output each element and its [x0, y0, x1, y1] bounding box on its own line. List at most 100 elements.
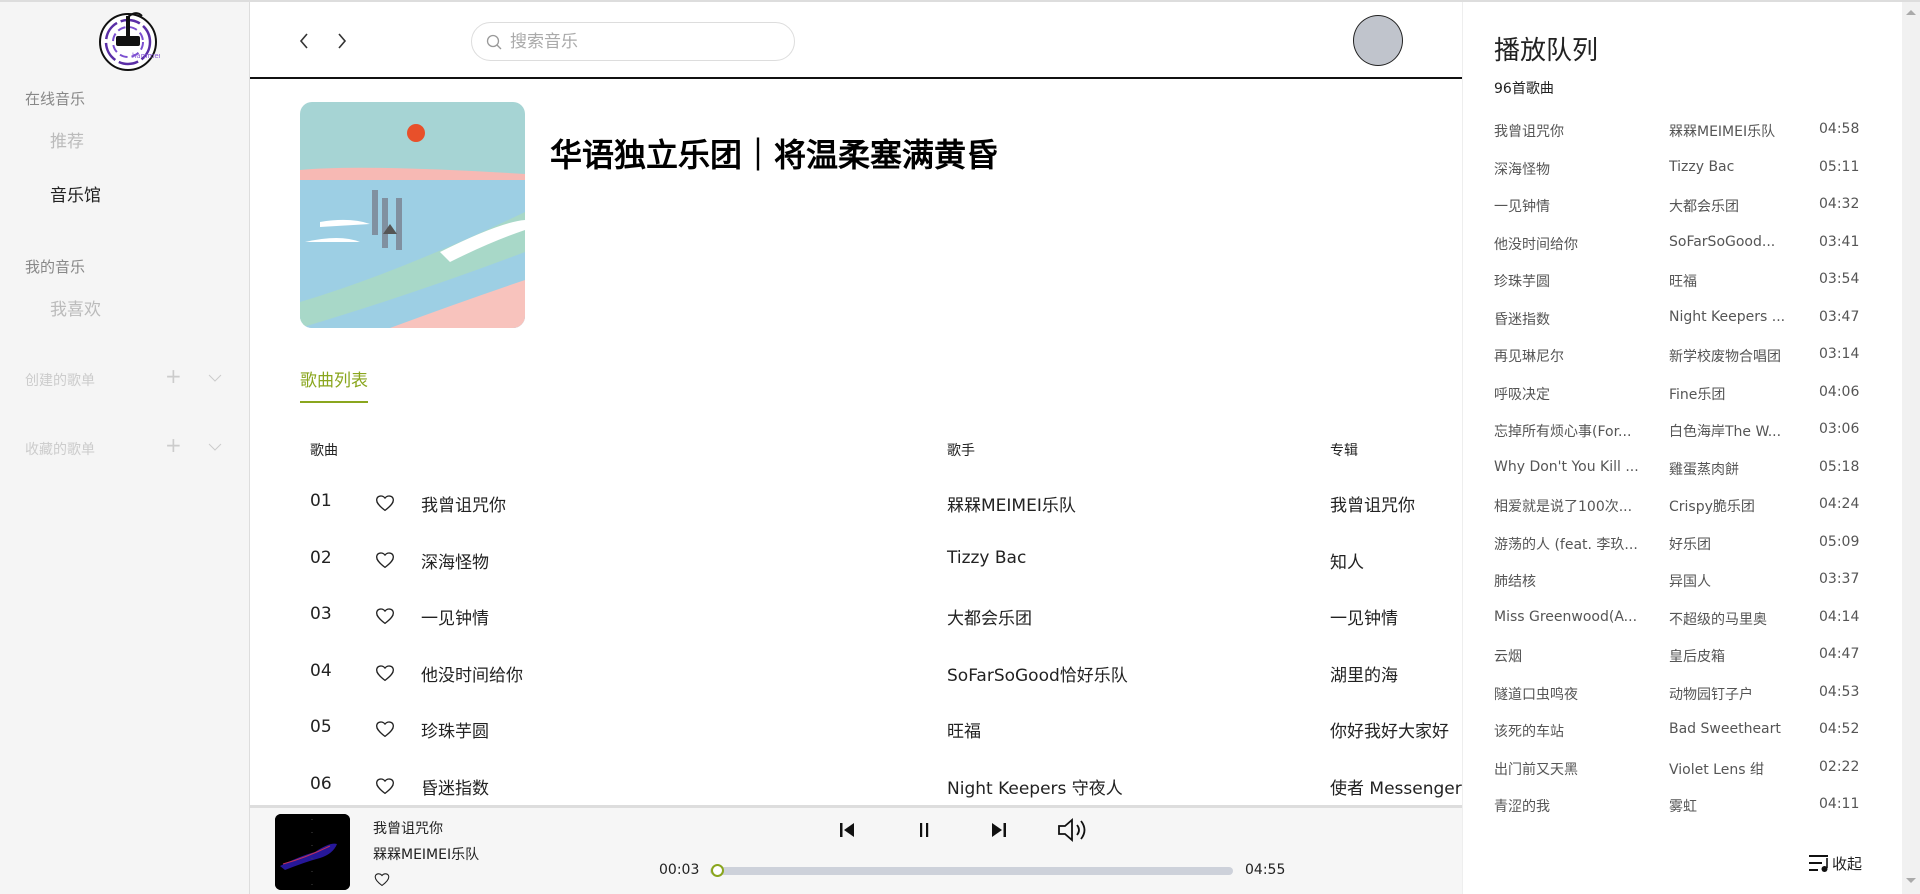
sidebar-item-recommend[interactable]: 推荐: [50, 127, 84, 152]
queue-song: 云烟: [1494, 649, 1522, 665]
collapse-button[interactable]: 收起: [1808, 852, 1862, 874]
created-playlists[interactable]: 创建的歌单: [25, 370, 95, 390]
progress-handle[interactable]: [711, 864, 725, 877]
queue-song: 忘掉所有烦心事(For...: [1494, 424, 1632, 440]
heart-icon[interactable]: [375, 607, 395, 625]
pause-icon[interactable]: [915, 821, 933, 839]
progress-slider[interactable]: [710, 864, 1233, 877]
queue-item[interactable]: 一见钟情 大都会乐团 04:32: [1494, 196, 1884, 233]
queue-artist: 皇后皮箱: [1669, 649, 1725, 665]
track-album[interactable]: 一见钟情: [1330, 604, 1398, 629]
track-title[interactable]: 他没时间给你: [421, 661, 523, 686]
track-album[interactable]: 湖里的海: [1330, 661, 1398, 686]
sidebar-item-favorites[interactable]: 我喜欢: [50, 295, 101, 320]
queue-item[interactable]: 珍珠芋圆 旺福 03:54: [1494, 271, 1884, 308]
queue-item[interactable]: 昏迷指数 Night Keepers ... 03:47: [1494, 309, 1884, 346]
track-title[interactable]: 深海怪物: [421, 548, 489, 573]
queue-artist: Violet Lens 绀: [1669, 761, 1764, 778]
plus-icon[interactable]: +: [165, 364, 182, 388]
queue-song: 肺结核: [1494, 574, 1536, 590]
track-artist[interactable]: 旺福: [947, 717, 981, 742]
queue-duration: 04:24: [1819, 496, 1860, 512]
queue-item[interactable]: 他没时间给你 SoFarSoGood... 03:41: [1494, 234, 1884, 271]
queue-item[interactable]: 云烟 皇后皮箱 04:47: [1494, 646, 1884, 683]
table-row[interactable]: 06 昏迷指数 Night Keepers 守夜人 使者 Messenger: [250, 774, 1462, 806]
queue-duration: 03:54: [1819, 271, 1860, 287]
track-index: 02: [310, 547, 332, 568]
track-artist[interactable]: 槑槑MEIMEI乐队: [947, 491, 1076, 516]
sidebar-item-music-hall[interactable]: 音乐馆: [50, 181, 101, 206]
heart-icon[interactable]: [375, 664, 395, 682]
queue-duration: 04:06: [1819, 383, 1860, 400]
queue-duration: 03:06: [1819, 421, 1860, 437]
heart-icon[interactable]: [375, 551, 395, 569]
queue-item[interactable]: 相爱就是说了100次... Crispy脆乐团 04:24: [1494, 496, 1884, 533]
forward-arrow-icon[interactable]: [336, 32, 348, 50]
avatar[interactable]: [1353, 15, 1403, 66]
track-artist[interactable]: Tizzy Bac: [947, 548, 1026, 568]
search-input[interactable]: [510, 31, 770, 52]
queue-duration: 04:52: [1819, 721, 1860, 737]
scrollbar[interactable]: [1902, 2, 1920, 894]
queue-item[interactable]: 游荡的人 (feat. 李玖... 好乐团 05:09: [1494, 534, 1884, 571]
queue-artist: 异国人: [1669, 574, 1711, 590]
collected-playlists[interactable]: 收藏的歌单: [25, 439, 95, 459]
queue-item[interactable]: 隧道口虫鸣夜 动物园钉子户 04:53: [1494, 684, 1884, 721]
track-album[interactable]: 知人: [1330, 548, 1364, 573]
previous-icon[interactable]: [838, 821, 856, 839]
queue-artist: 新学校废物合唱团: [1669, 349, 1781, 365]
queue-item[interactable]: Why Don't You Kill ... 雞蛋蒸肉餅 05:18: [1494, 459, 1884, 496]
queue-item[interactable]: 该死的车站 Bad Sweetheart 04:52: [1494, 721, 1884, 758]
volume-icon[interactable]: [1056, 817, 1090, 843]
now-playing-cover[interactable]: [275, 814, 350, 890]
track-artist[interactable]: 大都会乐团: [947, 604, 1032, 629]
search-box[interactable]: [471, 22, 795, 61]
queue-song: 青涩的我: [1494, 799, 1550, 815]
tab-song-list[interactable]: 歌曲列表: [300, 366, 368, 403]
search-icon: [486, 34, 502, 49]
chevron-down-icon[interactable]: [208, 374, 222, 383]
track-album[interactable]: 我曾诅咒你: [1330, 491, 1415, 516]
queue-item[interactable]: 忘掉所有烦心事(For... 白色海岸The W... 03:06: [1494, 421, 1884, 458]
queue-item[interactable]: 肺结核 异国人 03:37: [1494, 571, 1884, 608]
track-album[interactable]: 使者 Messenger: [1330, 774, 1462, 799]
table-row[interactable]: 03 一见钟情 大都会乐团 一见钟情: [250, 604, 1462, 660]
scroll-up-icon[interactable]: [1906, 10, 1916, 15]
queue-artist: 白色海岸The W...: [1669, 424, 1782, 440]
table-row[interactable]: 02 深海怪物 Tizzy Bac 知人: [250, 548, 1462, 604]
queue-artist: 不超级的马里奥: [1669, 611, 1767, 628]
queue-song: 一见钟情: [1494, 199, 1550, 215]
plus-icon[interactable]: +: [165, 433, 182, 457]
queue-item[interactable]: Miss Greenwood(A... 不超级的马里奥 04:14: [1494, 609, 1884, 646]
heart-icon[interactable]: [375, 720, 395, 738]
track-title[interactable]: 昏迷指数: [421, 774, 489, 799]
next-icon[interactable]: [990, 821, 1008, 839]
track-title[interactable]: 珍珠芋圆: [421, 717, 489, 742]
queue-song: 呼吸决定: [1494, 386, 1550, 403]
queue-song: 我曾诅咒你: [1494, 124, 1564, 140]
heart-icon[interactable]: [375, 777, 395, 795]
queue-item[interactable]: 再见琳尼尔 新学校废物合唱团 03:14: [1494, 346, 1884, 383]
queue-item[interactable]: 我曾诅咒你 槑槑MEIMEI乐队 04:58: [1494, 121, 1884, 158]
table-row[interactable]: 05 珍珠芋圆 旺福 你好我好大家好: [250, 717, 1462, 773]
queue-item[interactable]: 出门前又天黑 Violet Lens 绀 02:22: [1494, 759, 1884, 796]
back-arrow-icon[interactable]: [298, 32, 310, 50]
heart-icon[interactable]: [375, 494, 395, 512]
chevron-down-icon[interactable]: [208, 443, 222, 452]
track-album[interactable]: 你好我好大家好: [1330, 717, 1449, 742]
queue-item[interactable]: 深海怪物 Tizzy Bac 05:11: [1494, 159, 1884, 196]
heart-icon[interactable]: [374, 872, 390, 887]
table-row[interactable]: 04 他没时间给你 SoFarSoGood恰好乐队 湖里的海: [250, 661, 1462, 717]
table-row[interactable]: 01 我曾诅咒你 槑槑MEIMEI乐队 我曾诅咒你: [250, 491, 1462, 547]
queue-song: 出门前又天黑: [1494, 761, 1578, 778]
track-title[interactable]: 一见钟情: [421, 604, 489, 629]
track-title[interactable]: 我曾诅咒你: [421, 491, 506, 516]
track-index: 01: [310, 491, 332, 511]
queue-item[interactable]: 呼吸决定 Fine乐团 04:06: [1494, 384, 1884, 421]
queue-item[interactable]: 青涩的我 雾虹 04:11: [1494, 796, 1884, 833]
sidebar: hammer 在线音乐 推荐 音乐馆 我的音乐 我喜欢 创建的歌单 + 收藏的歌…: [0, 2, 250, 894]
track-artist[interactable]: SoFarSoGood恰好乐队: [947, 661, 1128, 686]
track-artist[interactable]: Night Keepers 守夜人: [947, 774, 1123, 799]
queue-duration: 04:11: [1819, 796, 1860, 812]
scroll-down-icon[interactable]: [1906, 878, 1916, 883]
